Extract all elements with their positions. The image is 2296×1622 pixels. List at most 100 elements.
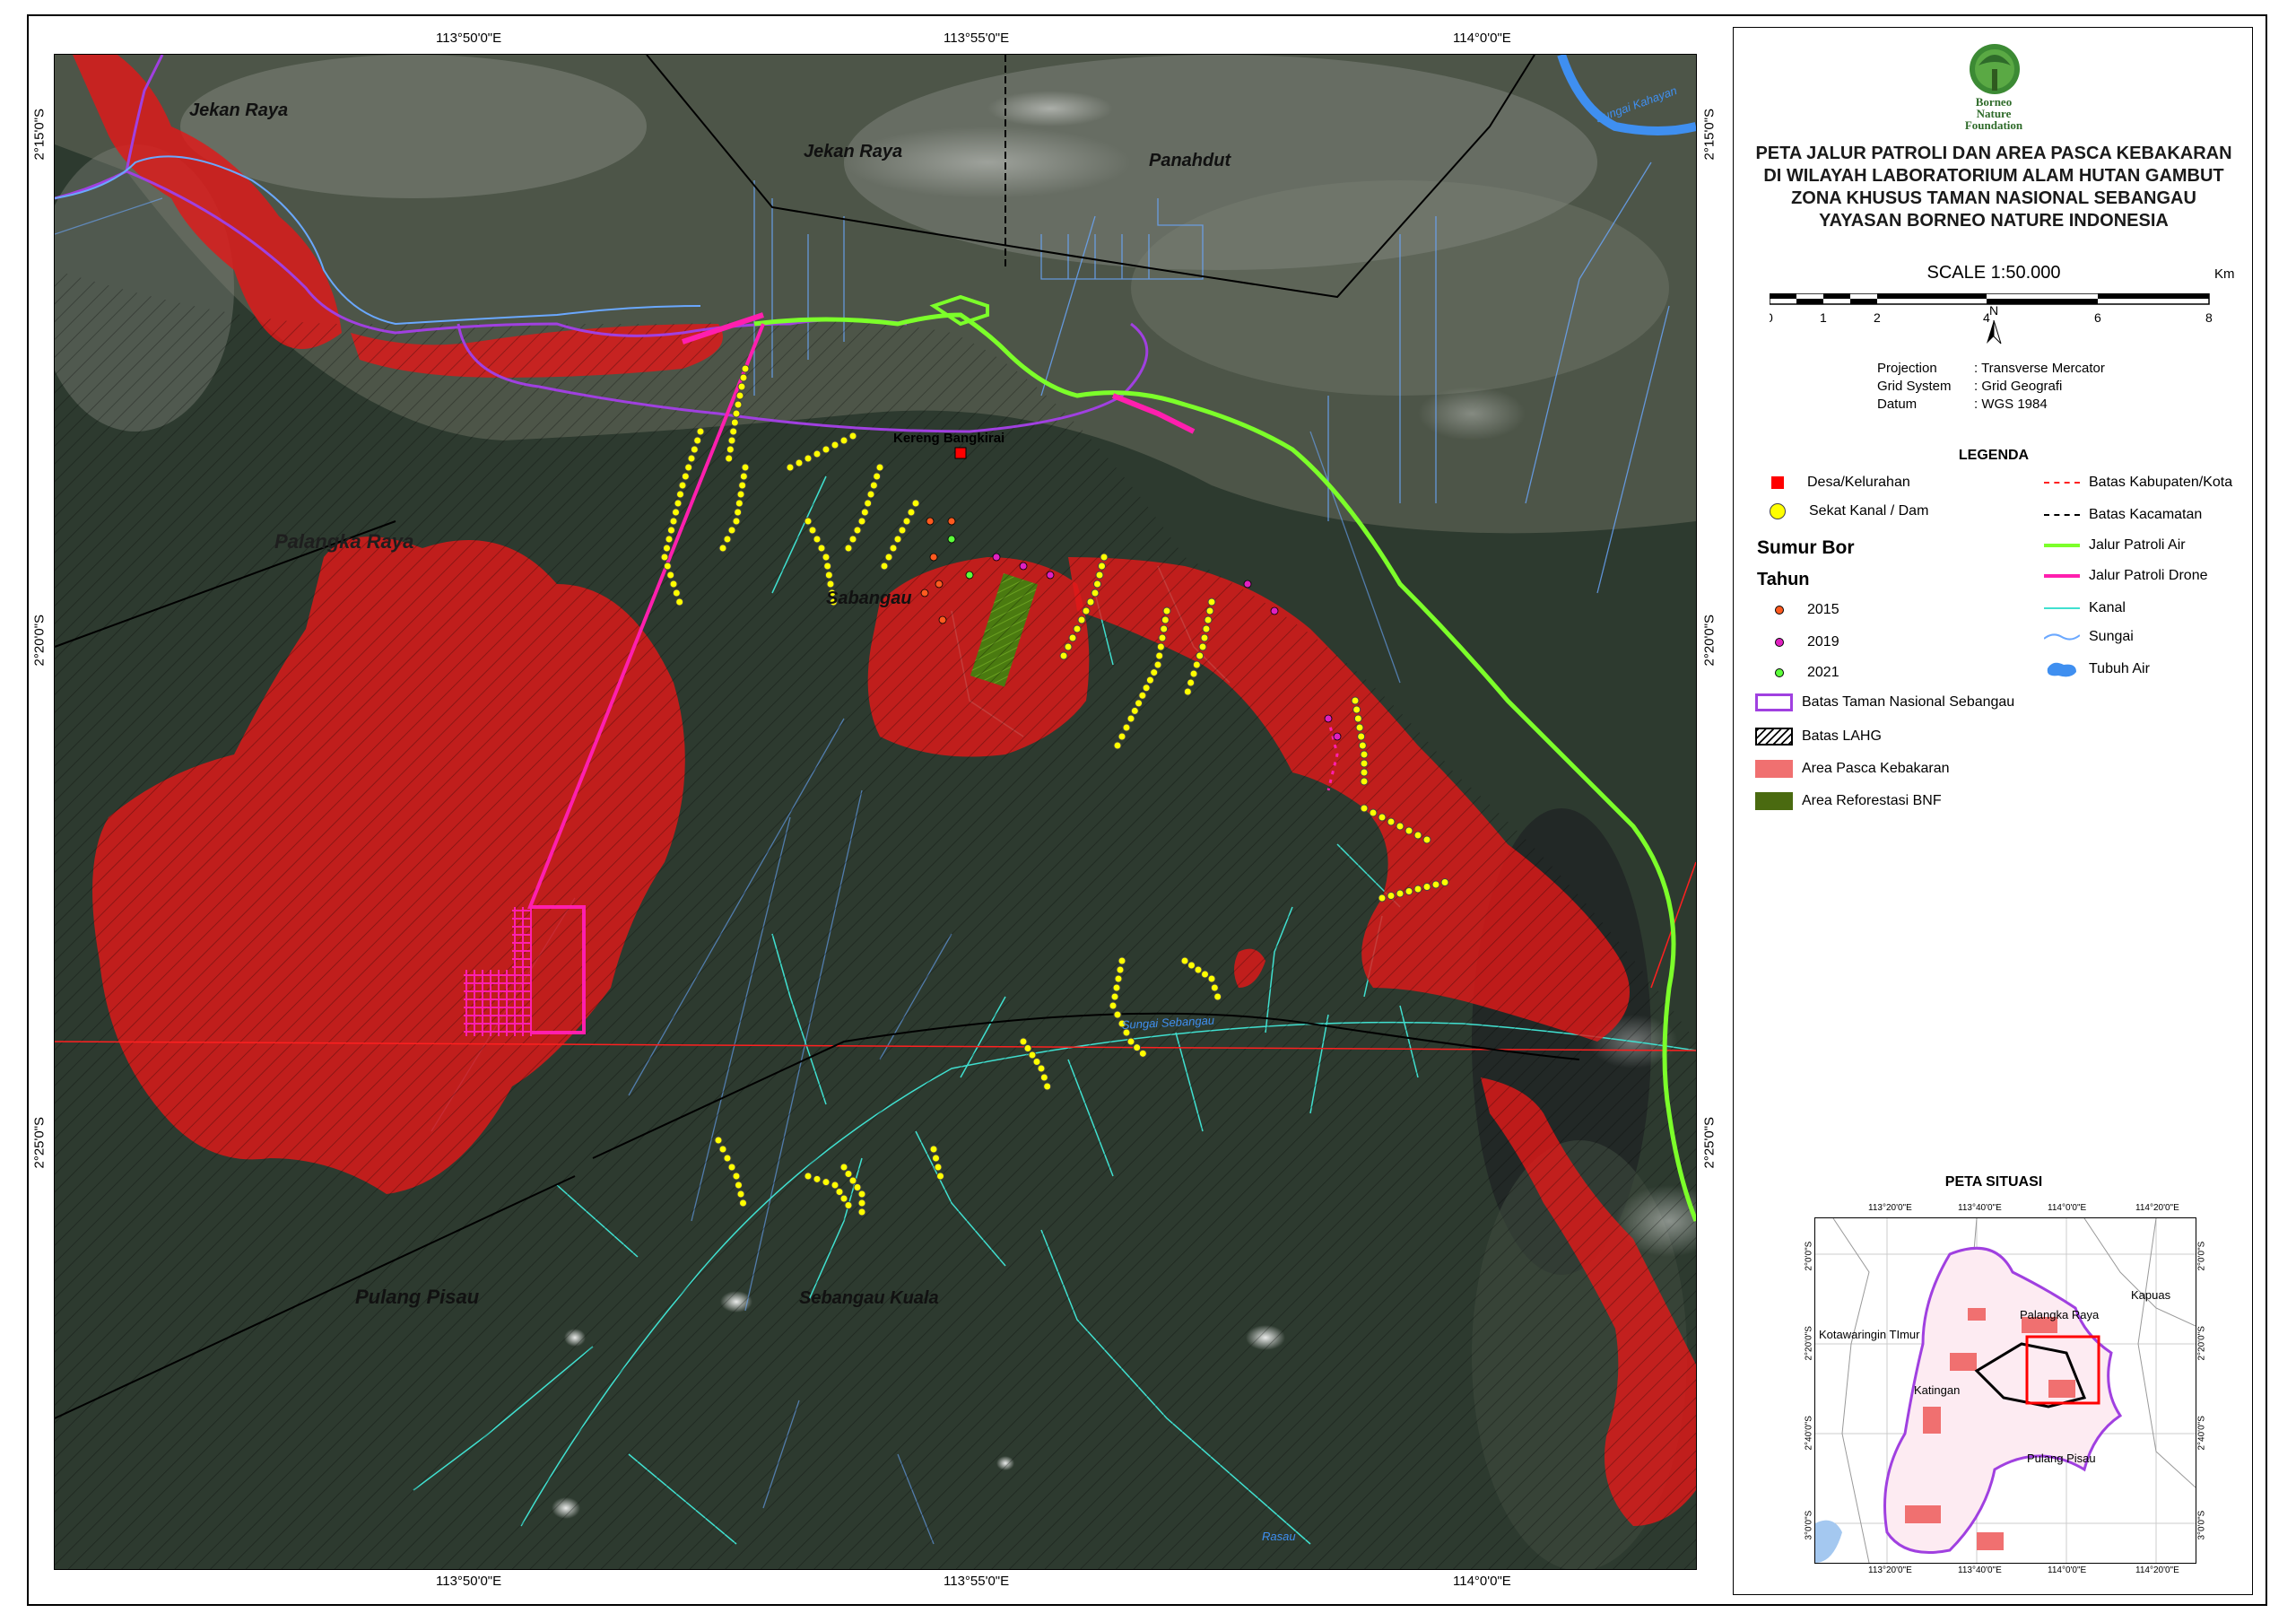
- dam-dot: [839, 436, 848, 445]
- dam-dot: [1351, 696, 1360, 705]
- inset-coord-right-2: 2°20'0"S: [2196, 1326, 2207, 1361]
- dam-dot: [824, 571, 833, 580]
- bore-2015-icon: [1775, 606, 1784, 615]
- dam-dot: [1360, 804, 1369, 813]
- legend-sumur-bor: Sumur Bor: [1757, 537, 1855, 558]
- dam-dot: [1126, 1037, 1135, 1046]
- dam-dot: [1431, 880, 1440, 889]
- dam-dot: [857, 1190, 866, 1199]
- legend-sekat: Sekat Kanal / Dam: [1770, 503, 1928, 519]
- dam-dot: [1358, 741, 1367, 750]
- dam-dot: [817, 544, 826, 553]
- dam-dot: [734, 400, 743, 409]
- inset-coord-right-4: 3°0'0"S: [2196, 1510, 2207, 1540]
- dam-dot: [1145, 676, 1154, 685]
- dam-dot: [735, 1181, 743, 1190]
- scale-label: SCALE 1:50.000: [1926, 263, 2061, 283]
- drone-survey-grid: [464, 970, 532, 1036]
- side-panel: Borneo Nature Foundation PETA JALUR PATR…: [1733, 27, 2253, 1595]
- dam-dot: [732, 409, 741, 418]
- inset-coord-top-3: 114°0'0"E: [2048, 1203, 2087, 1213]
- legend-batas-kab: Batas Kabupaten/Kota: [2044, 475, 2232, 491]
- dam-dot: [1207, 974, 1216, 983]
- district-line-icon: [2044, 482, 2080, 484]
- dam-dot: [813, 449, 822, 458]
- inset-coord-top-1: 113°20'0"E: [1868, 1203, 1912, 1213]
- dam-dot: [1118, 732, 1126, 741]
- dam-dot: [823, 562, 832, 571]
- dam-dot: [1396, 889, 1405, 898]
- dam-dot: [734, 508, 743, 517]
- dam-dot: [804, 517, 813, 526]
- dam-dot: [738, 481, 747, 490]
- dam-dot: [932, 1154, 940, 1163]
- dam-dot: [735, 499, 744, 508]
- dam-dot: [727, 436, 736, 445]
- map-title: PETA JALUR PATROLI DAN AREA PASCA KEBAKA…: [1755, 144, 2232, 231]
- dam-dot: [839, 1163, 848, 1172]
- dam-dot: [822, 445, 831, 454]
- coord-right-3: 2°25'0"S: [1701, 1116, 1718, 1169]
- inset-map[interactable]: Kapuas Palangka Raya Kotawaringin TImur …: [1814, 1217, 2196, 1564]
- dam-dot: [1153, 660, 1162, 669]
- dam-dot: [1405, 887, 1413, 895]
- dam-dot: [718, 1145, 727, 1154]
- dam-dot: [1360, 750, 1369, 759]
- dam-dot: [1082, 606, 1091, 615]
- dam-dot: [1161, 615, 1170, 624]
- dam-dot: [1213, 992, 1222, 1001]
- dam-dot: [831, 1181, 839, 1190]
- dam-dot: [1043, 1082, 1052, 1091]
- dam-dot: [835, 1188, 844, 1196]
- dam-dot: [714, 1136, 723, 1145]
- inset-coord-bottom-2: 113°40'0"E: [1958, 1565, 2002, 1575]
- dam-dot: [1162, 606, 1171, 615]
- legend-2019: 2019: [1775, 634, 1839, 650]
- legend-batas-tn: Batas Taman Nasional Sebangau: [1755, 693, 2014, 711]
- dam-dot: [1201, 970, 1209, 979]
- dam-dot: [1422, 883, 1431, 891]
- legend-2021: 2021: [1775, 665, 1839, 681]
- dam-dot: [786, 463, 795, 472]
- dam-dot: [1210, 983, 1219, 992]
- village-marker: [954, 447, 967, 459]
- dam-dot: [1207, 597, 1216, 606]
- scale-tick-8: 8: [2205, 310, 2213, 325]
- legend-desa: Desa/Kelurahan: [1771, 475, 1910, 491]
- dam-dot: [929, 1145, 938, 1154]
- dam-dot: [726, 445, 735, 454]
- dam-dot: [663, 562, 672, 571]
- main-map[interactable]: Jekan Raya Jekan Raya Panahdut Palangka …: [54, 54, 1697, 1570]
- inset-label-pulang-pisau: Pulang Pisau: [2027, 1452, 2096, 1465]
- dam-dot: [1202, 624, 1211, 633]
- dam-dot: [911, 499, 920, 508]
- scale-unit: Km: [2214, 266, 2235, 282]
- dam-dot: [1028, 1051, 1037, 1060]
- dam-dot: [848, 1176, 857, 1185]
- dam-dot: [684, 463, 693, 472]
- lahg-hatch-icon: [1755, 728, 1793, 746]
- dam-dot: [804, 1172, 813, 1181]
- dam-dot: [804, 454, 813, 463]
- dam-dot: [866, 490, 875, 499]
- dam-dot: [873, 472, 882, 481]
- dam-dot: [826, 580, 835, 589]
- inset-coord-top-2: 113°40'0"E: [1958, 1203, 2002, 1213]
- dam-dot: [693, 436, 702, 445]
- dam-dot: [1091, 589, 1100, 597]
- inset-coord-right-3: 2°40'0"S: [2196, 1416, 2207, 1451]
- dam-dot: [669, 517, 678, 526]
- dam-dot: [1113, 1010, 1122, 1019]
- dam-dot: [663, 544, 671, 553]
- dam-dot: [1130, 706, 1139, 715]
- dam-dot: [674, 499, 683, 508]
- dam-dot: [1378, 894, 1387, 903]
- inset-coord-left-3: 2°40'0"S: [1804, 1416, 1814, 1451]
- dam-dot: [730, 418, 739, 427]
- dam-dot: [672, 589, 681, 597]
- dam-dot: [741, 364, 750, 373]
- dam-dot: [875, 463, 884, 472]
- dam-dot: [1109, 1001, 1118, 1010]
- inset-coord-top-4: 114°20'0"E: [2135, 1203, 2179, 1213]
- inset-coord-left-2: 2°20'0"S: [1804, 1326, 1814, 1361]
